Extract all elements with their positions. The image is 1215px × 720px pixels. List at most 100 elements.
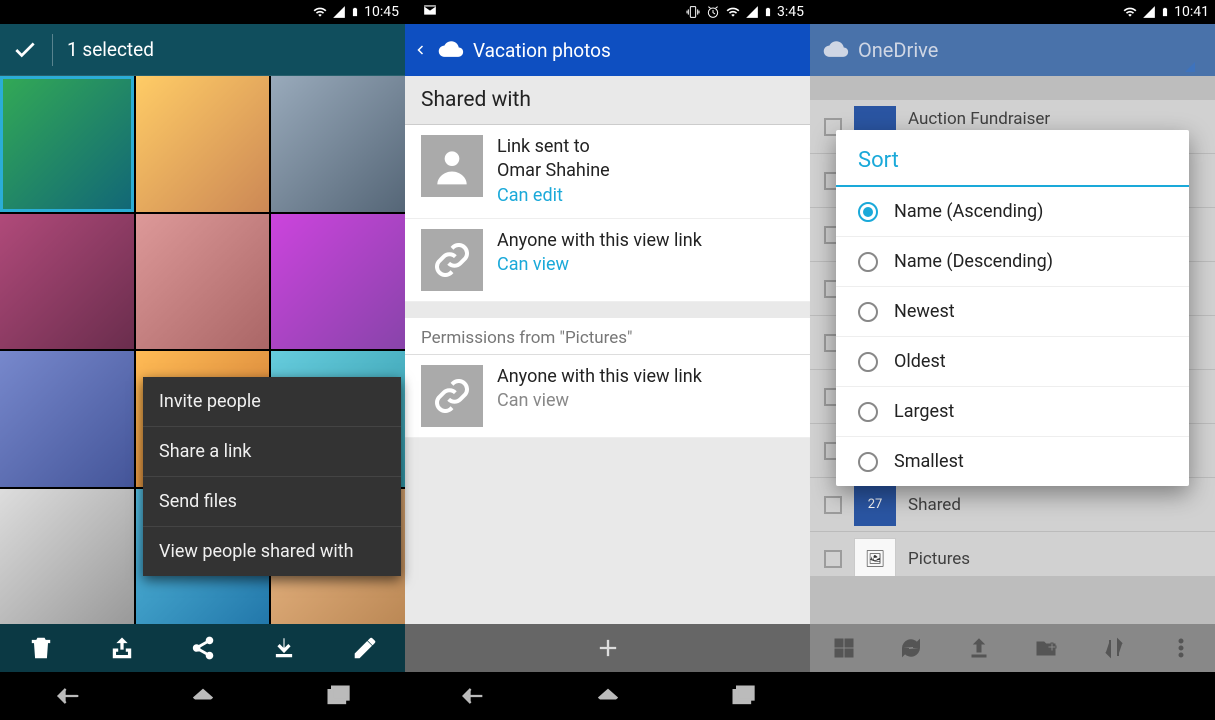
wifi-icon (1122, 5, 1138, 19)
sort-option-newest[interactable]: Newest (836, 287, 1189, 337)
photo-thumb[interactable] (0, 489, 134, 625)
battery-icon (1160, 4, 1170, 20)
share-row-person[interactable]: Link sent to Omar Shahine Can edit (405, 125, 810, 219)
status-time: 10:41 (1174, 4, 1209, 20)
sort-option-label: Smallest (894, 451, 964, 472)
vibrate-icon (685, 4, 701, 20)
photo-thumb[interactable] (0, 214, 134, 350)
overflow-icon[interactable] (1169, 636, 1193, 660)
back-icon[interactable] (459, 682, 487, 710)
grid-view-icon[interactable] (832, 636, 856, 660)
download-icon[interactable] (271, 635, 297, 661)
share-row-inherited[interactable]: Anyone with this view link Can view (405, 355, 810, 438)
add-share-bar[interactable] (405, 624, 810, 672)
battery-icon (350, 4, 360, 20)
sort-option-largest[interactable]: Largest (836, 387, 1189, 437)
shared-count-icon: 27 (854, 484, 896, 526)
edit-icon[interactable] (352, 635, 378, 661)
share-line1: Link sent to (497, 135, 794, 159)
upload-icon[interactable] (967, 636, 991, 660)
selection-count: 1 selected (67, 38, 154, 61)
file-toolbar (810, 624, 1215, 672)
share-permission: Can view (497, 389, 794, 413)
photo-thumb[interactable] (136, 214, 270, 350)
wifi-icon (725, 5, 741, 19)
sort-option-label: Oldest (894, 351, 946, 372)
shared-with-header: Shared with (405, 76, 810, 125)
shared-label: Shared (908, 495, 961, 515)
file-row-pictures: 🖼 Pictures (810, 532, 1215, 576)
selection-toolbar (0, 624, 405, 672)
radio-icon (858, 252, 878, 272)
home-icon[interactable] (189, 682, 217, 710)
signal-icon (332, 5, 346, 19)
sort-option-smallest[interactable]: Smallest (836, 437, 1189, 486)
sort-option-label: Name (Ascending) (894, 201, 1043, 222)
app-bar: OneDrive (810, 24, 1215, 76)
signal-icon (1142, 5, 1156, 19)
spacer (405, 438, 810, 624)
photo-thumb[interactable] (0, 76, 134, 212)
menu-item-send-files[interactable]: Send files (143, 477, 401, 527)
delete-icon[interactable] (28, 635, 54, 661)
alarm-icon (705, 4, 721, 20)
share-line1: Anyone with this view link (497, 365, 794, 389)
onedrive-cloud-icon (435, 40, 465, 60)
menu-item-view-shared[interactable]: View people shared with (143, 527, 401, 576)
new-folder-icon[interactable] (1034, 636, 1058, 660)
menu-item-share-link[interactable]: Share a link (143, 427, 401, 477)
refresh-icon[interactable] (899, 636, 923, 660)
sort-option-label: Newest (894, 301, 955, 322)
share-permission: Can view (497, 253, 794, 277)
radio-icon (858, 352, 878, 372)
back-chevron-icon[interactable] (415, 40, 427, 60)
share-context-menu: Invite people Share a link Send files Vi… (143, 377, 401, 576)
status-time: 10:45 (364, 4, 399, 20)
nav-bar (405, 672, 810, 720)
status-bar: 10:45 (0, 0, 405, 24)
wifi-icon (312, 5, 328, 19)
inherited-permissions-header: Permissions from "Pictures" (405, 302, 810, 355)
pictures-icon: 🖼 (854, 538, 896, 577)
plus-icon (594, 634, 622, 662)
sort-option-label: Name (Descending) (894, 251, 1053, 272)
recents-icon[interactable] (324, 682, 352, 710)
selection-action-bar: 1 selected (0, 24, 405, 76)
mail-icon (421, 3, 439, 21)
nav-bar (0, 672, 405, 720)
pictures-label: Pictures (908, 549, 970, 569)
sort-option-oldest[interactable]: Oldest (836, 337, 1189, 387)
radio-icon (858, 452, 878, 472)
battery-icon (763, 4, 773, 20)
done-icon[interactable] (12, 37, 38, 63)
app-bar: Vacation photos (405, 24, 810, 76)
status-bar: 3:45 (405, 0, 810, 24)
back-icon[interactable] (54, 682, 82, 710)
save-to-folder-icon[interactable] (109, 635, 135, 661)
photo-thumb[interactable] (271, 214, 405, 350)
share-icon[interactable] (190, 635, 216, 661)
menu-item-invite[interactable]: Invite people (143, 377, 401, 427)
sort-option-label: Largest (894, 401, 954, 422)
share-body: Shared with Link sent to Omar Shahine Ca… (405, 76, 810, 624)
signal-icon (745, 5, 759, 19)
sort-icon[interactable] (1102, 636, 1126, 660)
photo-thumb[interactable] (0, 351, 134, 487)
spinner-indicator-icon (1185, 62, 1195, 72)
sort-option-name-desc[interactable]: Name (Descending) (836, 237, 1189, 287)
sort-option-name-asc[interactable]: Name (Ascending) (836, 187, 1189, 237)
home-icon[interactable] (594, 682, 622, 710)
recents-icon[interactable] (729, 682, 757, 710)
person-avatar-icon (421, 135, 483, 197)
file-name: Auction Fundraiser (908, 109, 1064, 129)
sort-title: Sort (836, 130, 1189, 187)
file-row-shared: 27 Shared (810, 478, 1215, 532)
screen-sort-dialog: 10:41 OneDrive Auction Fundraiser 748 KB… (810, 0, 1215, 720)
divider (52, 34, 53, 66)
link-icon (421, 365, 483, 427)
photo-thumb[interactable] (136, 76, 270, 212)
status-time: 3:45 (777, 4, 804, 20)
sort-dialog: Sort Name (Ascending) Name (Descending) … (836, 130, 1189, 486)
photo-thumb[interactable] (271, 76, 405, 212)
share-row-link[interactable]: Anyone with this view link Can view (405, 219, 810, 302)
